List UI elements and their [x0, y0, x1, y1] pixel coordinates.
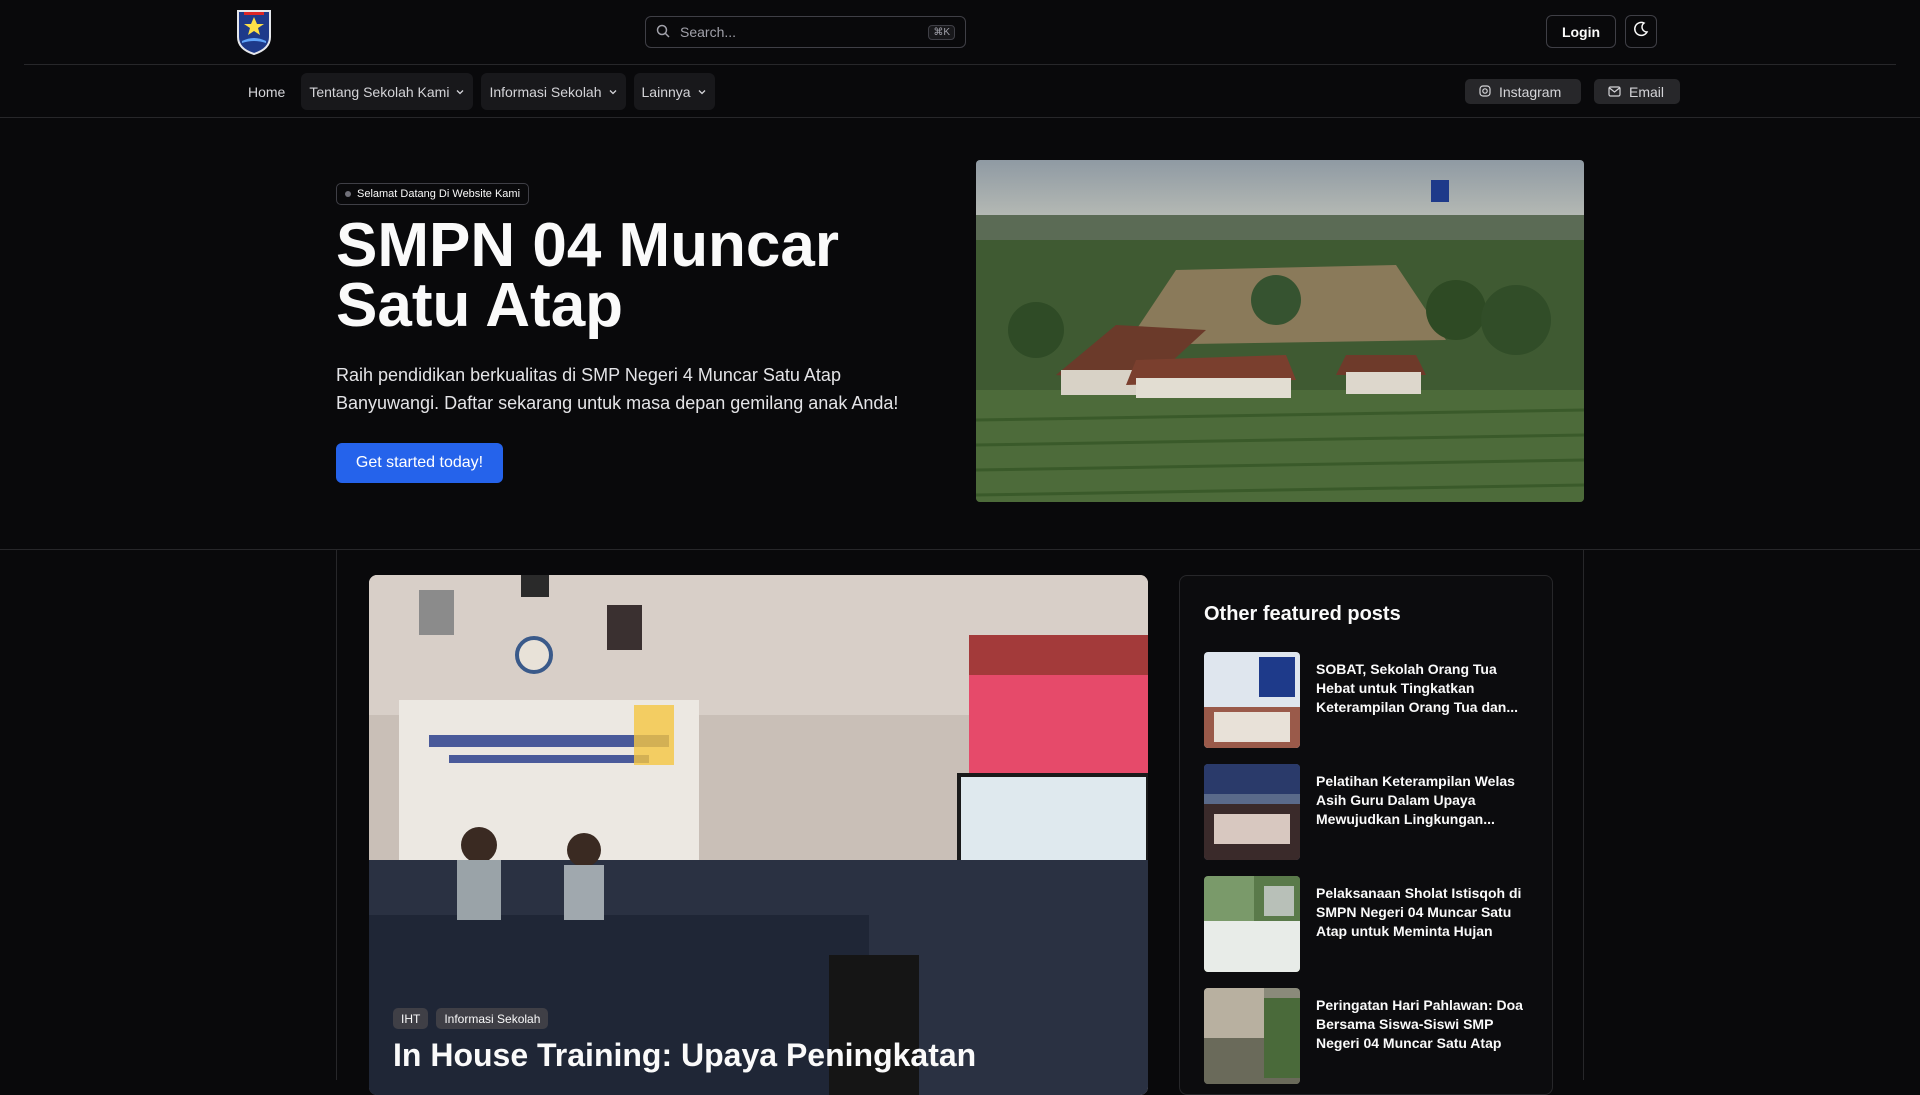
hero-title-line-1: SMPN 04 Muncar	[336, 211, 840, 280]
nav-label: Home	[248, 83, 286, 100]
nav-item-lainnya[interactable]: Lainnya	[633, 73, 715, 110]
instagram-label: Instagram	[1499, 83, 1562, 100]
post-title: SOBAT, Sekolah Orang Tua Hebat untuk Tin…	[1316, 661, 1519, 715]
search-icon	[656, 24, 670, 41]
login-button[interactable]: Login	[1546, 15, 1616, 48]
email-label: Email	[1629, 83, 1665, 100]
tag-iht[interactable]: IHT	[393, 1008, 429, 1029]
hero-title: SMPN 04 Muncar Satu Atap	[336, 215, 936, 337]
mail-icon	[1608, 84, 1621, 100]
hero-description: Raih pendidikan berkualitas di SMP Neger…	[336, 365, 899, 413]
hero-title-line-2: Satu Atap	[336, 271, 624, 340]
moon-icon	[1633, 21, 1649, 42]
content-section: IHT Informasi Sekolah In House Training:…	[336, 550, 1584, 1095]
nav-label: Tentang Sekolah Kami	[309, 83, 450, 100]
search-bar[interactable]: Search... ⌘K	[645, 16, 966, 48]
sidebar-heading: Other featured posts	[1204, 603, 1401, 625]
search-shortcut: ⌘K	[928, 24, 955, 40]
post-thumbnail	[1204, 988, 1300, 1084]
other-featured-posts-panel: Other featured posts SOBAT, Sekolah Oran…	[1179, 575, 1553, 1095]
nav-item-home[interactable]: Home	[240, 73, 293, 110]
featured-post-tags: IHT Informasi Sekolah	[393, 1008, 549, 1029]
instagram-icon	[1479, 84, 1491, 100]
get-started-button[interactable]: Get started today!	[336, 443, 503, 483]
post-title: Pelatihan Keterampilan Welas Asih Guru D…	[1316, 773, 1515, 827]
chevron-down-icon	[608, 84, 618, 100]
badge-text: Selamat Datang Di Website Kami	[357, 188, 521, 200]
main-navigation: Home Tentang Sekolah Kami Informasi Seko…	[0, 65, 1920, 118]
instagram-link[interactable]: Instagram	[1465, 79, 1581, 104]
post-title: Peringatan Hari Pahlawan: Doa Bersama Si…	[1316, 997, 1523, 1051]
nav-item-informasi-sekolah[interactable]: Informasi Sekolah	[481, 73, 626, 110]
featured-post-item[interactable]: Pelatihan Keterampilan Welas Asih Guru D…	[1204, 764, 1534, 860]
tag-informasi-sekolah[interactable]: Informasi Sekolah	[436, 1008, 549, 1029]
theme-toggle-button[interactable]	[1625, 15, 1657, 48]
nav-item-tentang-sekolah[interactable]: Tentang Sekolah Kami	[301, 73, 474, 110]
hero-section: Selamat Datang Di Website Kami SMPN 04 M…	[0, 118, 1920, 550]
post-thumbnail	[1204, 652, 1300, 748]
featured-post-title[interactable]: In House Training: Upaya Peningkatan	[393, 1037, 976, 1074]
featured-post-item[interactable]: Peringatan Hari Pahlawan: Doa Bersama Si…	[1204, 988, 1534, 1084]
nav-label: Lainnya	[641, 83, 691, 100]
school-logo[interactable]	[236, 9, 272, 56]
featured-post-card[interactable]: IHT Informasi Sekolah In House Training:…	[369, 575, 1148, 1095]
chevron-down-icon	[697, 84, 707, 100]
chevron-down-icon	[455, 84, 465, 100]
school-aerial-photo	[976, 160, 1584, 502]
post-thumbnail	[1204, 876, 1300, 972]
welcome-badge: Selamat Datang Di Website Kami	[336, 183, 530, 205]
featured-post-item[interactable]: SOBAT, Sekolah Orang Tua Hebat untuk Tin…	[1204, 652, 1534, 748]
post-title: Pelaksanaan Sholat Istisqoh di SMPN Nege…	[1316, 885, 1522, 939]
featured-post-item[interactable]: Pelaksanaan Sholat Istisqoh di SMPN Nege…	[1204, 876, 1534, 972]
badge-dot	[345, 191, 351, 197]
post-thumbnail	[1204, 764, 1300, 860]
search-input[interactable]: Search...	[680, 24, 928, 40]
email-link[interactable]: Email	[1594, 79, 1680, 104]
nav-label: Informasi Sekolah	[489, 83, 602, 100]
